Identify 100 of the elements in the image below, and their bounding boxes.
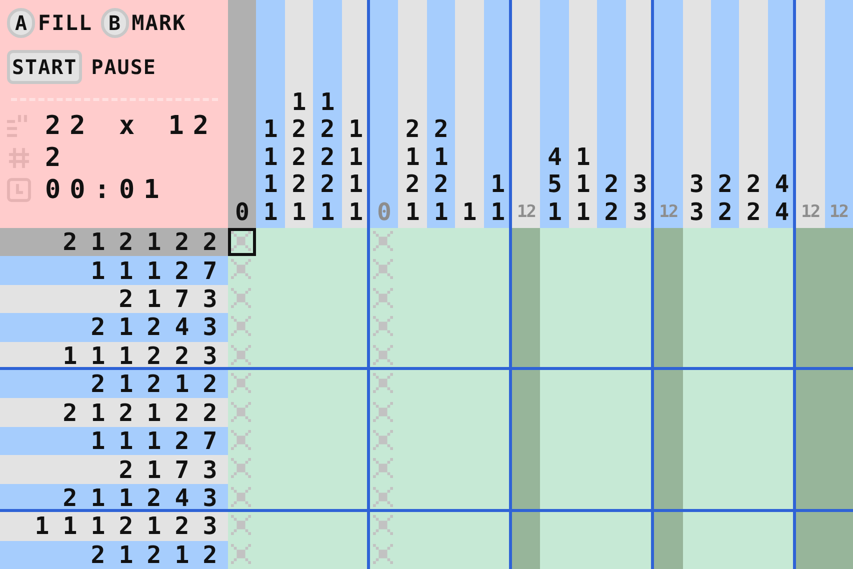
clue-number: 12 [517,200,536,224]
clue-number: 12 [801,200,820,224]
clue-number: 2 [146,370,162,398]
clue-number: 1 [118,342,134,370]
clue-number: 2 [118,398,134,427]
clue-number: 1 [348,198,364,226]
clue-number: 12 [659,200,678,224]
clue-number: 2 [174,512,190,540]
clue-number: 1 [405,198,420,226]
clue-number: 1 [146,512,162,540]
clue-number: 1 [263,116,278,144]
clue-number: 2 [202,370,218,398]
clue-number: 4 [774,198,790,226]
clue-number: 3 [202,456,218,484]
clue-number: 1 [118,427,134,456]
clue-number: 4 [174,484,190,512]
clue-number: 1 [348,171,364,198]
clue-number: 2 [434,116,448,144]
clue-number: 1 [263,198,278,226]
clock-icon [7,178,31,202]
clue-number: 1 [434,198,448,226]
clue-number: 3 [690,198,704,226]
clue-number: 1 [90,228,106,256]
clue-number: 3 [632,198,648,226]
clue-number: 1 [576,144,590,171]
clue-number: 1 [118,313,134,342]
clue-number: 1 [174,540,190,569]
clue-number: 1 [62,342,78,370]
clue-number: 2 [146,313,162,342]
clue-number: 2 [90,370,106,398]
clue-number: 2 [62,228,78,256]
mode-button[interactable]: PAUSE [86,50,162,84]
clue-number: 2 [202,228,218,256]
clue-number: 2 [746,198,761,226]
clue-number: 2 [320,171,335,198]
clue-number: 2 [146,540,162,569]
key-button[interactable]: B [100,8,129,38]
clue-number: 2 [62,484,78,512]
clue-number: 2 [146,342,162,370]
clue-number: 2 [118,512,134,540]
hash-icon [7,146,31,170]
clue-number: 0 [377,198,392,226]
clue-number: 1 [90,484,106,512]
clue-number: 1 [348,116,364,144]
clue-number: 1 [146,228,162,256]
clue-number: 2 [90,313,106,342]
clue-number: 5 [547,171,562,198]
mode-button[interactable]: START [7,50,82,84]
cursor-cell[interactable] [228,228,256,256]
clue-number: 3 [202,313,218,342]
clue-number: 2 [62,398,78,427]
clue-number: 3 [202,285,218,314]
clue-number: 7 [202,427,218,456]
clue-number: 2 [292,116,306,144]
clue-number: 4 [174,313,190,342]
clue-number: 2 [202,540,218,569]
clue-number: 3 [690,171,704,198]
clue-number: 7 [174,456,190,484]
clue-number: 2 [405,116,420,144]
key-button[interactable]: A [7,8,35,38]
clue-number: 2 [118,228,134,256]
clue-number: 2 [434,171,448,198]
clue-number: 2 [146,484,162,512]
clue-number: 2 [90,540,106,569]
clue-number: 1 [118,540,134,569]
clue-number: 1 [320,198,335,226]
clue-number: 1 [34,512,50,540]
clue-number: 1 [263,171,278,198]
clue-number: 1 [547,198,562,226]
clue-number: 1 [118,370,134,398]
clue-number: 3 [202,512,218,540]
clue-number: 2 [320,144,335,171]
clue-number: 1 [118,256,134,285]
stat-value: 00:01 [45,175,168,205]
clue-number: 3 [202,342,218,370]
clue-number: 3 [202,484,218,512]
clue-number: 1 [146,398,162,427]
clue-number: 2 [718,198,732,226]
clue-number: 2 [292,171,306,198]
clue-number: 2 [174,342,190,370]
clue-number: 2 [746,171,761,198]
stat-value: 2 [45,143,70,173]
clue-number: 1 [146,427,162,456]
clue-number: 1 [62,512,78,540]
clue-number: 1 [146,285,162,314]
clue-number: 1 [174,370,190,398]
clue-number: 1 [146,456,162,484]
clue-number: 1 [90,398,106,427]
clue-number: 2 [292,144,306,171]
clue-number: 2 [118,456,134,484]
clue-number: 1 [490,198,506,226]
clue-number: 1 [263,144,278,171]
clue-number: 1 [576,171,590,198]
clue-number: 1 [320,88,335,116]
clue-number: 1 [292,88,306,116]
clue-number: 1 [292,198,306,226]
clue-number: 1 [405,144,420,171]
clue-number: 1 [434,144,448,171]
clue-number: 1 [490,171,506,198]
clue-number: 2 [174,427,190,456]
